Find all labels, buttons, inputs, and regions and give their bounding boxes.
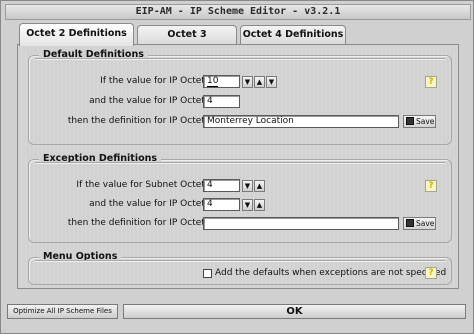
label-text: then the definition for IP Octet [67, 218, 208, 228]
add-defaults-label[interactable]: Add the defaults when exceptions are not… [215, 268, 446, 278]
exception-definition-input[interactable] [203, 217, 399, 230]
ok-button[interactable]: OK [123, 304, 466, 319]
default-definitions-group: Default Definitions If the value for IP … [28, 49, 452, 145]
save-label: Save [416, 117, 435, 126]
input-value: 10 [207, 76, 219, 87]
disk-icon [406, 117, 414, 125]
spin-down-icon[interactable]: ▼ [266, 76, 277, 88]
save-label: Save [416, 219, 435, 228]
help-icon[interactable]: ? [425, 76, 437, 88]
tab-octet-3[interactable]: Octet 3 Definitions [137, 25, 237, 58]
exception-row1-label: If the value for Subnet Octet 2 is [76, 180, 224, 190]
default-ip-octet-1-input[interactable]: 10 [203, 75, 240, 88]
default-definition-input[interactable]: Monterrey Location [203, 115, 399, 128]
add-defaults-checkbox[interactable] [203, 269, 212, 278]
label-text: If the value for IP Octet [100, 76, 208, 86]
exception-ip-octet-2-input[interactable]: 4 [203, 198, 240, 211]
disk-icon [406, 219, 414, 227]
label-text: and the value for IP Octet [89, 199, 208, 209]
label-text: then the definition for IP Octet [67, 116, 208, 126]
group-divider [35, 58, 445, 60]
default-save-button[interactable]: Save [403, 115, 436, 128]
optimize-all-button[interactable]: Optimize All IP Scheme Files [7, 304, 118, 319]
spin-up-icon[interactable]: ▲ [254, 199, 265, 211]
exception-definitions-group: Exception Definitions If the value for S… [28, 153, 452, 243]
spin-up-icon[interactable]: ▲ [254, 76, 265, 88]
window-title: EIP-AM - IP Scheme Editor - v3.2.1 [5, 4, 471, 20]
menu-options-group: Menu Options Add the defaults when excep… [28, 251, 452, 285]
help-icon[interactable]: ? [425, 267, 437, 279]
spin-up-icon[interactable]: ▲ [254, 180, 265, 192]
exception-subnet-octet-2-input[interactable]: 4 [203, 179, 240, 192]
help-icon[interactable]: ? [425, 180, 437, 192]
spin-down-icon[interactable]: ▼ [242, 199, 253, 211]
tab-panel: Default Definitions If the value for IP … [17, 44, 459, 289]
default-ip-octet-2-input[interactable]: 4 [203, 95, 240, 108]
spin-down-icon[interactable]: ▼ [242, 76, 253, 88]
editor-window: EIP-AM - IP Scheme Editor - v3.2.1 Octet… [0, 0, 474, 334]
label-text: and the value for IP Octet [89, 96, 208, 106]
exception-save-button[interactable]: Save [403, 217, 436, 230]
default-row3-label: then the definition for IP Octet 2 is [68, 116, 224, 126]
spin-down-icon[interactable]: ▼ [242, 180, 253, 192]
group-divider [35, 260, 445, 262]
exception-row3-label: then the definition for IP Octet 2 is [68, 218, 224, 228]
label-text: If the value for Subnet Octet [76, 180, 208, 190]
tab-octet-2[interactable]: Octet 2 Definitions [19, 23, 134, 46]
tab-octet-4[interactable]: Octet 4 Definitions [240, 25, 346, 45]
group-divider [35, 162, 445, 164]
